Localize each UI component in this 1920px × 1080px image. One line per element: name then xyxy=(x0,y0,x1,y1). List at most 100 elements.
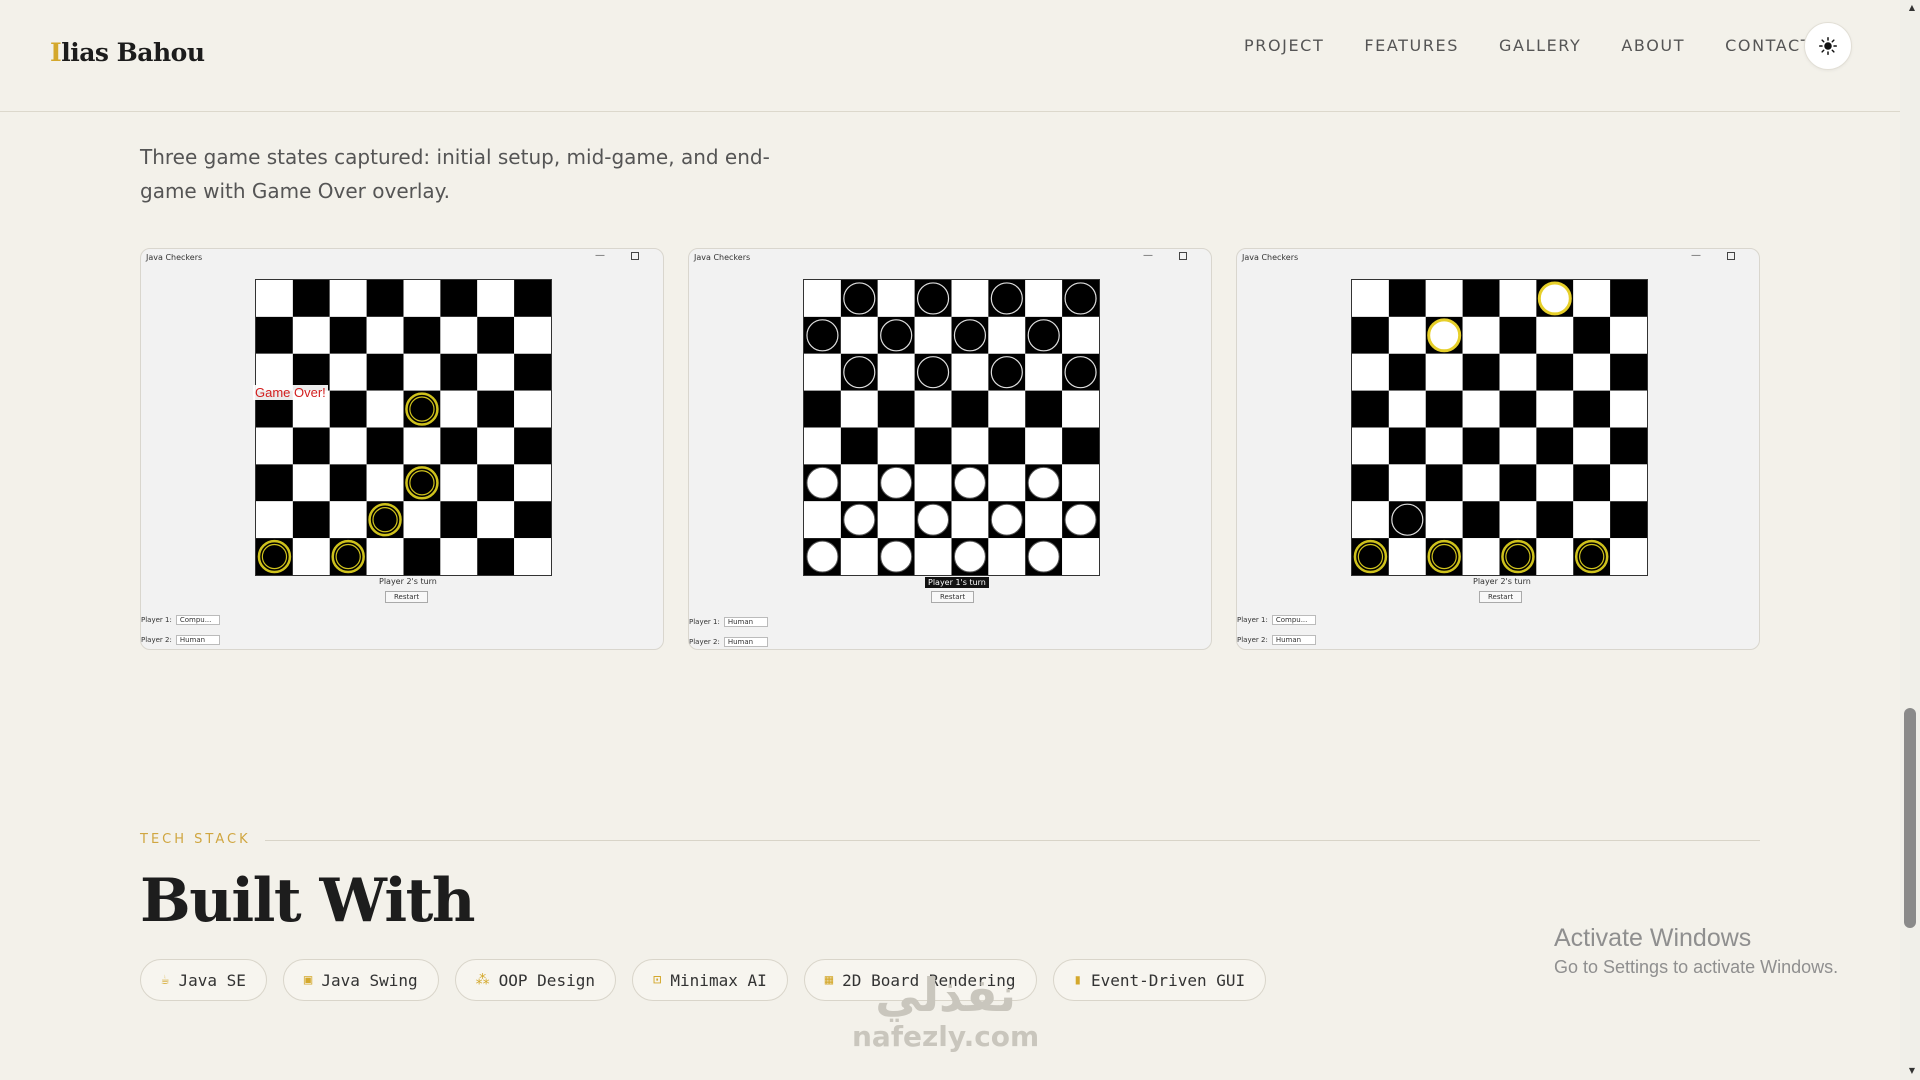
board-square[interactable] xyxy=(514,390,551,428)
board-square[interactable] xyxy=(1352,280,1389,317)
board-square[interactable] xyxy=(366,390,404,428)
checker-piece[interactable] xyxy=(1027,466,1060,499)
board-square[interactable] xyxy=(403,427,441,465)
nav-project[interactable]: PROJECT xyxy=(1244,36,1324,55)
board-square[interactable] xyxy=(1536,427,1574,465)
board-square[interactable] xyxy=(1062,390,1099,428)
board-square[interactable] xyxy=(514,501,551,539)
board-square[interactable] xyxy=(256,464,293,502)
board-square[interactable] xyxy=(403,538,441,575)
board-square[interactable] xyxy=(1536,538,1574,575)
board-square[interactable] xyxy=(840,427,878,465)
board-square[interactable] xyxy=(329,316,367,354)
board-square[interactable] xyxy=(403,353,441,391)
board-square[interactable] xyxy=(514,464,551,502)
board-square[interactable] xyxy=(440,427,478,465)
theme-toggle-button[interactable] xyxy=(1804,22,1852,70)
board-square[interactable] xyxy=(1062,316,1099,354)
board-square[interactable] xyxy=(1573,316,1611,354)
board-square[interactable] xyxy=(1462,427,1500,465)
checker-piece[interactable] xyxy=(843,356,876,389)
board-square[interactable] xyxy=(914,427,952,465)
board-square[interactable] xyxy=(1462,353,1500,391)
board-square[interactable] xyxy=(1388,427,1426,465)
board-square[interactable] xyxy=(1352,353,1389,391)
tech-chip-java-se[interactable]: ☕ Java SE xyxy=(140,959,267,1001)
board-square[interactable] xyxy=(914,390,952,428)
board-square[interactable] xyxy=(514,280,551,317)
board-square[interactable] xyxy=(1388,316,1426,354)
board-square[interactable] xyxy=(1610,501,1647,539)
board-square[interactable] xyxy=(1610,464,1647,502)
board-square[interactable] xyxy=(256,427,293,465)
board-square[interactable] xyxy=(514,316,551,354)
board-square[interactable] xyxy=(256,538,293,575)
board-square[interactable] xyxy=(1536,390,1574,428)
checker-piece[interactable] xyxy=(1027,319,1060,352)
player2-select[interactable]: Human xyxy=(175,635,220,645)
board-square[interactable] xyxy=(1573,427,1611,465)
checker-piece[interactable] xyxy=(806,466,839,499)
board-square[interactable] xyxy=(366,316,404,354)
board-square[interactable] xyxy=(914,538,952,575)
board-square[interactable] xyxy=(366,538,404,575)
board-square[interactable] xyxy=(1062,538,1099,575)
board-square[interactable] xyxy=(329,538,367,575)
board-square[interactable] xyxy=(1462,280,1500,317)
board-square[interactable] xyxy=(1573,464,1611,502)
board-square[interactable] xyxy=(988,427,1026,465)
board-square[interactable] xyxy=(403,316,441,354)
board-square[interactable] xyxy=(840,316,878,354)
board-square[interactable] xyxy=(914,316,952,354)
board-square[interactable] xyxy=(1499,390,1537,428)
board-square[interactable] xyxy=(1573,353,1611,391)
board-square[interactable] xyxy=(951,427,989,465)
board-square[interactable] xyxy=(329,464,367,502)
board-square[interactable] xyxy=(477,501,515,539)
board-square[interactable] xyxy=(440,316,478,354)
board-square[interactable] xyxy=(477,390,515,428)
board-square[interactable] xyxy=(1425,538,1463,575)
board-square[interactable] xyxy=(877,353,915,391)
board-square[interactable] xyxy=(914,464,952,502)
board-square[interactable] xyxy=(477,427,515,465)
board-square[interactable] xyxy=(1462,464,1500,502)
checker-piece[interactable] xyxy=(843,282,876,315)
checker-piece[interactable] xyxy=(880,466,913,499)
board-square[interactable] xyxy=(1352,390,1389,428)
page-scrollbar[interactable]: ▲ ▼ xyxy=(1900,0,1920,1080)
board-square[interactable] xyxy=(840,464,878,502)
board-square[interactable] xyxy=(1352,316,1389,354)
board-square[interactable] xyxy=(1499,280,1537,317)
board-square[interactable] xyxy=(1388,390,1426,428)
board-square[interactable] xyxy=(366,464,404,502)
board-square[interactable] xyxy=(804,501,841,539)
checker-piece[interactable] xyxy=(843,503,876,536)
checker-piece[interactable] xyxy=(806,319,839,352)
checker-piece[interactable] xyxy=(953,319,987,352)
board-square[interactable] xyxy=(1462,316,1500,354)
board-square[interactable] xyxy=(840,390,878,428)
board-square[interactable] xyxy=(1462,538,1500,575)
board-square[interactable] xyxy=(292,538,330,575)
board-square[interactable] xyxy=(1536,316,1574,354)
board-square[interactable] xyxy=(1425,427,1463,465)
board-square[interactable] xyxy=(1573,501,1611,539)
tech-chip-oop-design[interactable]: ⁂ OOP Design xyxy=(454,959,616,1001)
checker-piece[interactable] xyxy=(1064,282,1097,315)
scrollbar-thumb[interactable] xyxy=(1904,708,1916,928)
board-square[interactable] xyxy=(804,280,841,317)
board-square[interactable] xyxy=(329,280,367,317)
board-square[interactable] xyxy=(951,280,989,317)
nav-contact[interactable]: CONTACT xyxy=(1725,36,1812,55)
board-square[interactable] xyxy=(1025,390,1063,428)
board-square[interactable] xyxy=(329,353,367,391)
board-square[interactable] xyxy=(1610,390,1647,428)
checker-piece[interactable] xyxy=(880,319,913,352)
checker-piece[interactable] xyxy=(953,540,986,573)
board-square[interactable] xyxy=(1025,280,1063,317)
board-square[interactable] xyxy=(1025,501,1063,539)
board-square[interactable] xyxy=(877,501,915,539)
board-square[interactable] xyxy=(1425,501,1463,539)
board-square[interactable] xyxy=(1388,464,1426,502)
